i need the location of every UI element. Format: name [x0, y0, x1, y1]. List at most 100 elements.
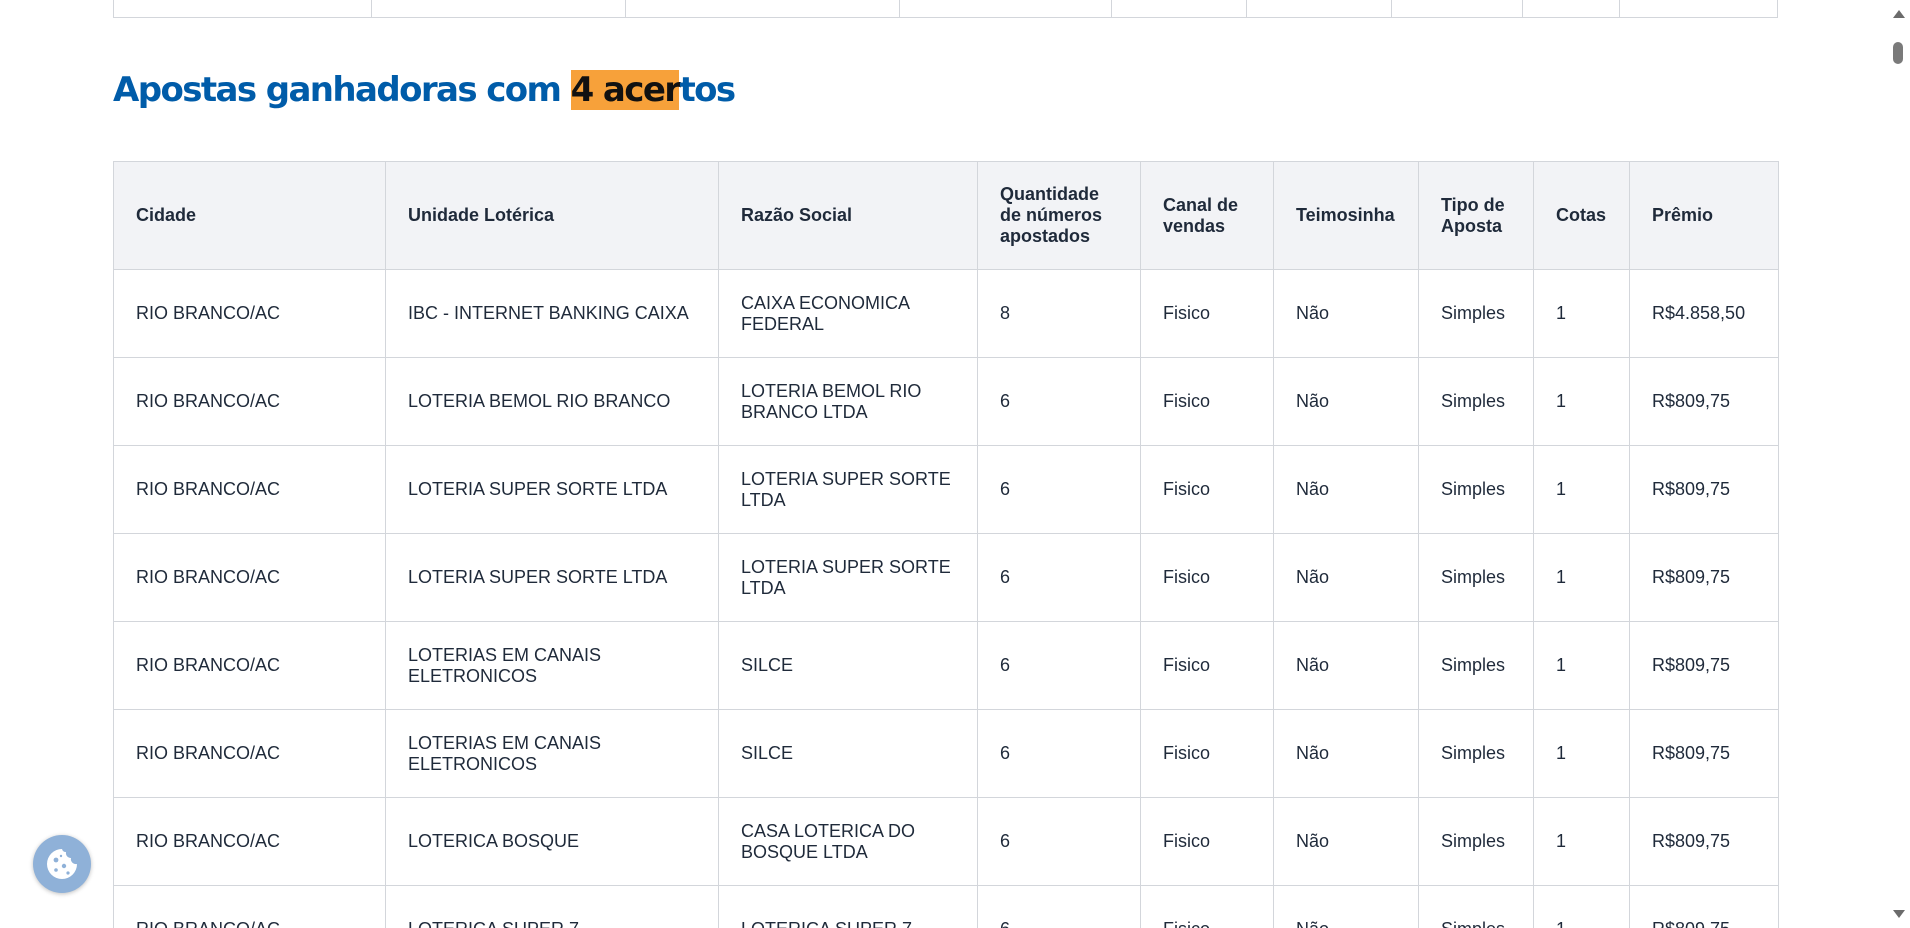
cell-cotas: 1 [1533, 357, 1630, 446]
cell-cotas: 1 [1533, 533, 1630, 622]
cell-cotas: 1 [1533, 269, 1630, 358]
cell-premio: R$809,75 [1629, 797, 1779, 886]
cell-cotas: 1 [1533, 445, 1630, 534]
cell-quantidade: 6 [977, 445, 1141, 534]
cell-unidade: IBC - INTERNET BANKING CAIXA [385, 269, 719, 358]
cell-cidade: RIO BRANCO/AC [113, 885, 386, 928]
section-title: Apostas ganhadoras com 4 acertos [113, 66, 736, 114]
cell-razao: SILCE [718, 709, 978, 798]
cookie-icon [47, 849, 77, 879]
cell-canal: Fisico [1140, 621, 1274, 710]
cell-quantidade: 6 [977, 885, 1141, 928]
cell-teimosinha: Não [1273, 269, 1419, 358]
cell-premio: R$4.858,50 [1629, 269, 1779, 358]
cell-unidade: LOTERIA SUPER SORTE LTDA [385, 445, 719, 534]
page-scrollbar[interactable] [1886, 0, 1910, 928]
section-title-text: Apostas ganhadoras com [113, 70, 571, 110]
cell-canal: Fisico [1140, 533, 1274, 622]
cell-tipo: Simples [1418, 709, 1534, 798]
cell-canal: Fisico [1140, 885, 1274, 928]
cell-teimosinha: Não [1273, 533, 1419, 622]
cell-canal: Fisico [1140, 357, 1274, 446]
cell-unidade: LOTERIA BEMOL RIO BRANCO [385, 357, 719, 446]
cell-tipo: Simples [1418, 621, 1534, 710]
header-tipo-aposta: Tipo de Aposta [1418, 161, 1534, 270]
table-row: RIO BRANCO/AC LOTERIA SUPER SORTE LTDA L… [113, 445, 1779, 534]
cell-teimosinha: Não [1273, 357, 1419, 446]
table-row: RIO BRANCO/AC LOTERIA SUPER SORTE LTDA L… [113, 533, 1779, 622]
cell-canal: Fisico [1140, 797, 1274, 886]
cell-canal: Fisico [1140, 445, 1274, 534]
cell-tipo: Simples [1418, 797, 1534, 886]
cell-premio: R$809,75 [1629, 445, 1779, 534]
cell-canal: Fisico [1140, 709, 1274, 798]
cell-cotas: 1 [1533, 709, 1630, 798]
cell-quantidade: 6 [977, 533, 1141, 622]
cell-canal: Fisico [1140, 269, 1274, 358]
cell-unidade: LOTERIAS EM CANAIS ELETRONICOS [385, 709, 719, 798]
cell-teimosinha: Não [1273, 709, 1419, 798]
cell-premio: R$809,75 [1629, 533, 1779, 622]
cell-tipo: Simples [1418, 357, 1534, 446]
cell-quantidade: 6 [977, 709, 1141, 798]
table-row: RIO BRANCO/AC LOTERICA SUPER 7 LOTERICA … [113, 885, 1779, 928]
cell-premio: R$809,75 [1629, 621, 1779, 710]
scroll-thumb[interactable] [1893, 42, 1903, 64]
table-row: RIO BRANCO/AC LOTERIAS EM CANAIS ELETRON… [113, 709, 1779, 798]
cell-cotas: 1 [1533, 621, 1630, 710]
cell-unidade: LOTERIAS EM CANAIS ELETRONICOS [385, 621, 719, 710]
scroll-down-arrow-icon[interactable] [1893, 910, 1905, 918]
cell-razao: LOTERIA SUPER SORTE LTDA [718, 445, 978, 534]
cell-cidade: RIO BRANCO/AC [113, 709, 386, 798]
cell-quantidade: 8 [977, 269, 1141, 358]
cell-razao: CAIXA ECONOMICA FEDERAL [718, 269, 978, 358]
cell-premio: R$809,75 [1629, 709, 1779, 798]
table-header-row: Cidade Unidade Lotérica Razão Social Qua… [113, 161, 1779, 270]
cell-tipo: Simples [1418, 445, 1534, 534]
header-unidade-loterica: Unidade Lotérica [385, 161, 719, 270]
header-premio: Prêmio [1629, 161, 1779, 270]
cell-tipo: Simples [1418, 533, 1534, 622]
page-viewport: Apostas ganhadoras com 4 acertos Cidade … [0, 0, 1910, 928]
cell-teimosinha: Não [1273, 445, 1419, 534]
cell-cidade: RIO BRANCO/AC [113, 357, 386, 446]
cell-teimosinha: Não [1273, 885, 1419, 928]
cell-razao: LOTERIA BEMOL RIO BRANCO LTDA [718, 357, 978, 446]
search-highlight: 4 acer [570, 70, 681, 110]
cell-unidade: LOTERICA SUPER 7 [385, 885, 719, 928]
cookie-preferences-button[interactable] [33, 835, 91, 893]
table-row: RIO BRANCO/AC IBC - INTERNET BANKING CAI… [113, 269, 1779, 358]
cell-cotas: 1 [1533, 797, 1630, 886]
table-row: RIO BRANCO/AC LOTERIAS EM CANAIS ELETRON… [113, 621, 1779, 710]
cell-teimosinha: Não [1273, 621, 1419, 710]
cell-razao: LOTERICA SUPER 7 [718, 885, 978, 928]
cell-cidade: RIO BRANCO/AC [113, 445, 386, 534]
cell-quantidade: 6 [977, 357, 1141, 446]
cell-cidade: RIO BRANCO/AC [113, 533, 386, 622]
header-canal-vendas: Canal de vendas [1140, 161, 1274, 270]
cell-razao: LOTERIA SUPER SORTE LTDA [718, 533, 978, 622]
cell-premio: R$809,75 [1629, 885, 1779, 928]
header-cidade: Cidade [113, 161, 386, 270]
cell-quantidade: 6 [977, 621, 1141, 710]
cell-razao: SILCE [718, 621, 978, 710]
cell-razao: CASA LOTERICA DO BOSQUE LTDA [718, 797, 978, 886]
table-row: RIO BRANCO/AC LOTERICA BOSQUE CASA LOTER… [113, 797, 1779, 886]
header-teimosinha: Teimosinha [1273, 161, 1419, 270]
scroll-up-arrow-icon[interactable] [1893, 10, 1905, 18]
section-title-tail: tos [679, 70, 736, 110]
cell-unidade: LOTERICA BOSQUE [385, 797, 719, 886]
cell-cidade: RIO BRANCO/AC [113, 797, 386, 886]
cell-tipo: Simples [1418, 885, 1534, 928]
table-row: RIO BRANCO/AC LOTERIA BEMOL RIO BRANCO L… [113, 357, 1779, 446]
cell-quantidade: 6 [977, 797, 1141, 886]
header-quantidade: Quantidade de números apostados [977, 161, 1141, 270]
previous-table-bottom [113, 0, 1778, 18]
header-cotas: Cotas [1533, 161, 1630, 270]
cell-teimosinha: Não [1273, 797, 1419, 886]
cell-unidade: LOTERIA SUPER SORTE LTDA [385, 533, 719, 622]
cell-tipo: Simples [1418, 269, 1534, 358]
cell-cidade: RIO BRANCO/AC [113, 621, 386, 710]
winning-bets-table: Cidade Unidade Lotérica Razão Social Qua… [113, 161, 1779, 928]
cell-cidade: RIO BRANCO/AC [113, 269, 386, 358]
